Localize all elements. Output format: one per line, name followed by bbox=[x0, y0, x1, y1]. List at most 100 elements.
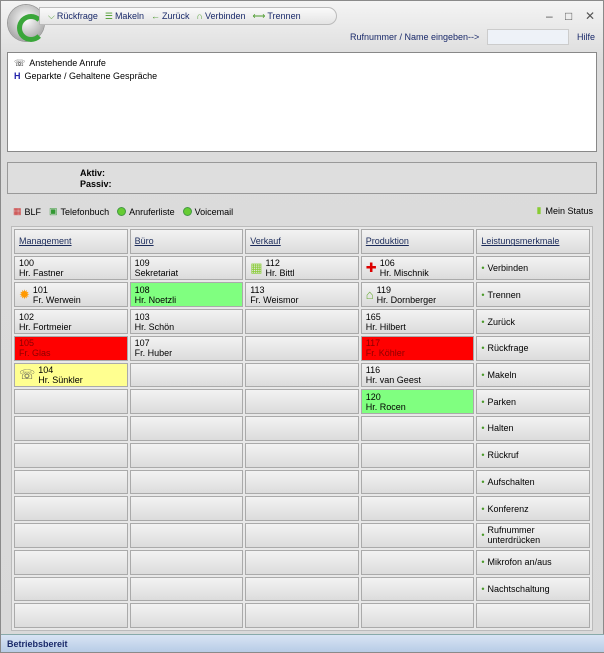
extension-text: 102 Hr. Fortmeier bbox=[19, 312, 72, 332]
column-header-büro[interactable]: Büro bbox=[129, 229, 244, 254]
feature-mikrofon-an-aus[interactable]: • Mikrofon an/aus bbox=[476, 549, 590, 575]
feature-aufschalten[interactable]: • Aufschalten bbox=[476, 469, 590, 495]
extension-113[interactable]: 113 Fr. Weismor bbox=[245, 282, 359, 308]
feature-parken[interactable]: • Parken bbox=[476, 389, 590, 415]
extension-103[interactable]: 103 Hr. Schön bbox=[129, 309, 244, 334]
extension-number: 105 bbox=[19, 338, 35, 349]
feature-rückfrage[interactable]: • Rückfrage bbox=[476, 335, 590, 361]
extension-number: 100 bbox=[19, 258, 35, 269]
empty-key bbox=[245, 389, 359, 415]
extension-104[interactable]: ☏ 104 Hr. Sünkler bbox=[14, 362, 128, 388]
help-link[interactable]: Hilfe bbox=[577, 32, 595, 42]
column-header-leistungsmerkmale[interactable]: Leistungsmerkmale bbox=[476, 229, 590, 254]
extension-name: Hr. Hilbert bbox=[365, 321, 406, 332]
feature-rufnummer-unterdrücken[interactable]: • Rufnummer unterdrücken bbox=[476, 523, 590, 548]
tab-anruferliste[interactable]: Anruferliste bbox=[117, 207, 175, 217]
toolbar-trennen-button[interactable]: ⟷ Trennen bbox=[252, 11, 300, 22]
extension-100[interactable]: 100 Hr. Fastner bbox=[14, 255, 128, 281]
empty-key bbox=[129, 389, 244, 415]
number-input[interactable] bbox=[487, 29, 569, 45]
feature-label: Trennen bbox=[487, 289, 521, 300]
toolbar-rückfrage-button[interactable]: ⌵ Rückfrage bbox=[48, 11, 98, 22]
extension-name: Hr. Sünkler bbox=[38, 375, 83, 386]
empty-key bbox=[129, 442, 244, 468]
toolbar-label: Verbinden bbox=[204, 11, 246, 21]
parked-calls-item[interactable]: H Geparkte / Gehaltene Gespräche bbox=[14, 70, 590, 83]
extension-112[interactable]: ▦ 112 Hr. Bittl bbox=[245, 255, 359, 281]
minimize-button[interactable]: – bbox=[546, 9, 553, 23]
extension-name: Sekretariat bbox=[134, 268, 179, 279]
column-header-verkauf[interactable]: Verkauf bbox=[245, 229, 359, 254]
feature-label: Makeln bbox=[487, 370, 517, 381]
extension-108[interactable]: 108 Hr. Noetzli bbox=[129, 282, 244, 308]
my-status-button[interactable]: ▮ Mein Status bbox=[537, 205, 593, 216]
empty-key bbox=[245, 335, 359, 361]
rückruf-icon: • bbox=[481, 450, 485, 461]
view-tabs: ▦ BLF ▣ Telefonbuch Anruferliste Voicemail bbox=[13, 206, 233, 217]
feature-konferenz[interactable]: • Konferenz bbox=[476, 496, 590, 522]
tab-voicemail[interactable]: Voicemail bbox=[182, 207, 233, 217]
tab-blf[interactable]: ▦ BLF bbox=[13, 206, 41, 217]
toolbar-verbinden-button[interactable]: ∩ Verbinden bbox=[196, 11, 245, 21]
toolbar-zurück-button[interactable]: ← Zurück bbox=[151, 11, 190, 21]
empty-key bbox=[129, 549, 244, 575]
feature-zurück[interactable]: • Zurück bbox=[476, 309, 590, 334]
feature-trennen[interactable]: • Trennen bbox=[476, 282, 590, 308]
extension-number: 107 bbox=[134, 338, 150, 349]
column-header-management[interactable]: Management bbox=[14, 229, 128, 254]
feature-halten[interactable]: • Halten bbox=[476, 416, 590, 441]
extension-120[interactable]: 120 Hr. Rocen bbox=[360, 389, 475, 415]
hold-icon: H bbox=[14, 71, 21, 81]
extension-165[interactable]: 165 Hr. Hilbert bbox=[360, 309, 475, 334]
quick-toolbar: ⌵ Rückfrage ☰ Makeln ← Zurück ∩ Verbinden ⟷ Trenn… bbox=[39, 7, 337, 25]
empty-key bbox=[360, 496, 475, 522]
empty-key bbox=[360, 549, 475, 575]
extension-101[interactable]: ✹ 101 Fr. Werwein bbox=[14, 282, 128, 308]
extension-102[interactable]: 102 Hr. Fortmeier bbox=[14, 309, 128, 334]
blf-grid: Management Büro Verkauf Produktion Leistungs… bbox=[11, 226, 593, 631]
extension-name: Hr. Noetzli bbox=[134, 294, 177, 305]
extension-117[interactable]: 117 Fr. Köhler bbox=[360, 335, 475, 361]
extension-text: 101 Fr. Werwein bbox=[33, 285, 81, 305]
extension-109[interactable]: 109 Sekretariat bbox=[129, 255, 244, 281]
tab-telefonbuch[interactable]: ▣ Telefonbuch bbox=[49, 206, 109, 217]
maximize-button[interactable]: □ bbox=[565, 9, 572, 23]
extension-119[interactable]: ⌂ 119 Hr. Dornberger bbox=[360, 282, 475, 308]
column-header-produktion[interactable]: Produktion bbox=[360, 229, 475, 254]
feature-verbinden[interactable]: • Verbinden bbox=[476, 255, 590, 281]
extension-116[interactable]: 116 Hr. van Geest bbox=[360, 362, 475, 388]
extension-text: 103 Hr. Schön bbox=[135, 312, 175, 332]
telefonbuch-icon: ▣ bbox=[49, 206, 58, 216]
phone-icon: ☏ bbox=[19, 367, 36, 383]
feature-rückruf[interactable]: • Rückruf bbox=[476, 442, 590, 468]
grid-icon: ▦ bbox=[250, 260, 263, 276]
feature-nachtschaltung[interactable]: • Nachtschaltung bbox=[476, 576, 590, 602]
tab-label: Anruferliste bbox=[129, 206, 175, 217]
extension-name: Hr. Dornberger bbox=[376, 294, 437, 305]
toolbar-makeln-button[interactable]: ☰ Makeln bbox=[105, 11, 144, 22]
extension-107[interactable]: 107 Fr. Huber bbox=[129, 335, 244, 361]
extension-number: 119 bbox=[376, 284, 392, 295]
extension-106[interactable]: ✚ 106 Hr. Mischnik bbox=[360, 255, 475, 281]
extension-number: 109 bbox=[134, 258, 150, 269]
pending-calls-item[interactable]: ☏ Anstehende Anrufe bbox=[14, 57, 590, 70]
close-button[interactable]: ✕ bbox=[585, 9, 595, 23]
empty-key bbox=[245, 576, 359, 602]
empty-key bbox=[14, 576, 128, 602]
konferenz-icon: • bbox=[481, 503, 485, 514]
call-list[interactable]: ☏ Anstehende Anrufe H Geparkte / Gehaltene… bbox=[7, 52, 597, 152]
empty-key bbox=[14, 523, 128, 548]
search-label: Rufnummer / Name eingeben--> bbox=[350, 32, 480, 42]
empty-key bbox=[245, 603, 359, 628]
extension-name: Fr. Köhler bbox=[365, 348, 405, 359]
trennen-icon: • bbox=[481, 289, 485, 300]
extension-number: 112 bbox=[265, 258, 280, 269]
makeln-icon: • bbox=[481, 370, 485, 381]
feature-label: Rückruf bbox=[487, 450, 519, 461]
trennen-icon: ⟷ bbox=[252, 10, 266, 21]
extension-name: Fr. Huber bbox=[134, 348, 173, 359]
extension-105[interactable]: 105 Fr. Glas bbox=[14, 335, 128, 361]
phone-icon: ☏ bbox=[14, 58, 26, 68]
nachtschaltung-icon: • bbox=[481, 583, 485, 594]
feature-makeln[interactable]: • Makeln bbox=[476, 362, 590, 388]
